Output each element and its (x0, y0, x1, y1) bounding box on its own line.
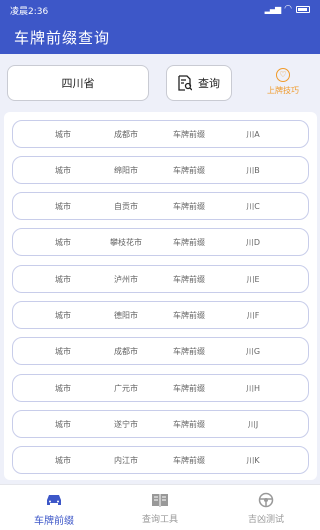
list-item[interactable]: 城市 自贡市 车牌前缀 川C (12, 192, 309, 220)
prefix-label: 车牌前缀 (173, 456, 205, 465)
city-label: 城市 (55, 130, 71, 139)
city-label: 城市 (55, 347, 71, 356)
prefix-label: 车牌前缀 (173, 275, 205, 284)
city-name: 自贡市 (114, 202, 138, 211)
book-icon (152, 494, 168, 507)
prefix-value: 川F (246, 311, 260, 320)
city-label: 城市 (55, 456, 71, 465)
prefix-label: 车牌前缀 (173, 238, 205, 247)
prefix-label: 车牌前缀 (173, 420, 205, 429)
tab-query-tools[interactable]: 查询工具 (120, 492, 200, 525)
tips-label: 上牌技巧 (267, 86, 299, 95)
list-item[interactable]: 城市 内江市 车牌前缀 川K (12, 446, 309, 474)
list-item[interactable]: 城市 成都市 车牌前缀 川G (12, 337, 309, 365)
prefix-label: 车牌前缀 (173, 202, 205, 211)
tab-label: 吉凶测试 (247, 515, 284, 525)
prefix-list: 城市 成都市 车牌前缀 川A 城市 绵阳市 车牌前缀 川B 城市 自贡市 车牌前… (4, 112, 317, 480)
prefix-value: 川J (247, 420, 259, 429)
list-item[interactable]: 城市 成都市 车牌前缀 川A (12, 120, 309, 148)
search-row: 四川省 查询 ♡ 上牌技巧 (0, 54, 320, 110)
steering-wheel-icon (258, 492, 274, 508)
list-item[interactable]: 城市 广元市 车牌前缀 川H (12, 374, 309, 402)
prefix-label: 车牌前缀 (173, 130, 205, 139)
page-title: 车牌前缀查询 (14, 29, 111, 47)
status-time: 凌晨2:36 (10, 7, 49, 17)
city-name: 攀枝花市 (110, 238, 142, 247)
city-label: 城市 (55, 166, 71, 175)
city-name: 绵阳市 (114, 166, 138, 175)
tab-label: 车牌前缀 (34, 516, 74, 527)
list-item[interactable]: 城市 泸州市 车牌前缀 川E (12, 265, 309, 293)
list-item[interactable]: 城市 遂宁市 车牌前缀 川J (12, 410, 309, 438)
city-name: 成都市 (114, 130, 138, 139)
tab-label: 查询工具 (141, 515, 178, 525)
tab-fortune-test[interactable]: 吉凶测试 (226, 492, 306, 525)
car-icon (47, 495, 61, 505)
city-label: 城市 (55, 202, 71, 211)
city-label: 城市 (55, 384, 71, 393)
city-name: 德阳市 (114, 311, 138, 320)
city-name: 泸州市 (114, 275, 138, 284)
prefix-value: 川D (245, 238, 261, 247)
city-name: 广元市 (114, 384, 138, 393)
city-label: 城市 (55, 275, 71, 284)
city-name: 遂宁市 (114, 420, 138, 429)
prefix-label: 车牌前缀 (173, 384, 205, 393)
tab-plate-prefix[interactable]: 车牌前缀 (14, 492, 94, 527)
app-bar: 车牌前缀查询 (0, 18, 320, 54)
signal-icon: ▂▄▆ (264, 4, 282, 14)
prefix-value: 川A (246, 130, 260, 139)
prefix-value: 川E (246, 275, 260, 284)
prefix-label: 车牌前缀 (173, 166, 205, 175)
list-item[interactable]: 城市 德阳市 车牌前缀 川F (12, 301, 309, 329)
province-select[interactable]: 四川省 (7, 65, 149, 101)
prefix-value: 川C (246, 202, 260, 211)
bottom-nav: 车牌前缀 查询工具 吉凶测试 (0, 484, 320, 530)
battery-icon (296, 5, 310, 13)
prefix-label: 车牌前缀 (173, 311, 205, 320)
query-button[interactable]: 查询 (166, 65, 232, 101)
tips-link[interactable]: ♡ 上牌技巧 (258, 68, 308, 96)
prefix-value: 川H (245, 384, 261, 393)
city-name: 成都市 (114, 347, 138, 356)
search-document-icon (178, 75, 192, 91)
heart-icon: ♡ (276, 68, 290, 82)
city-name: 内江市 (114, 456, 138, 465)
prefix-label: 车牌前缀 (173, 347, 205, 356)
city-label: 城市 (55, 420, 71, 429)
city-label: 城市 (55, 238, 71, 247)
list-item[interactable]: 城市 攀枝花市 车牌前缀 川D (12, 228, 309, 256)
prefix-value: 川G (245, 347, 261, 356)
prefix-value: 川K (246, 456, 260, 465)
status-icons: ▂▄▆ ◠ (265, 4, 310, 14)
prefix-value: 川B (246, 166, 260, 175)
list-item[interactable]: 城市 绵阳市 车牌前缀 川B (12, 156, 309, 184)
city-label: 城市 (55, 311, 71, 320)
status-bar: 凌晨2:36 ▂▄▆ ◠ (0, 0, 320, 18)
query-label: 查询 (198, 77, 220, 90)
wifi-icon: ◠ (284, 4, 292, 14)
